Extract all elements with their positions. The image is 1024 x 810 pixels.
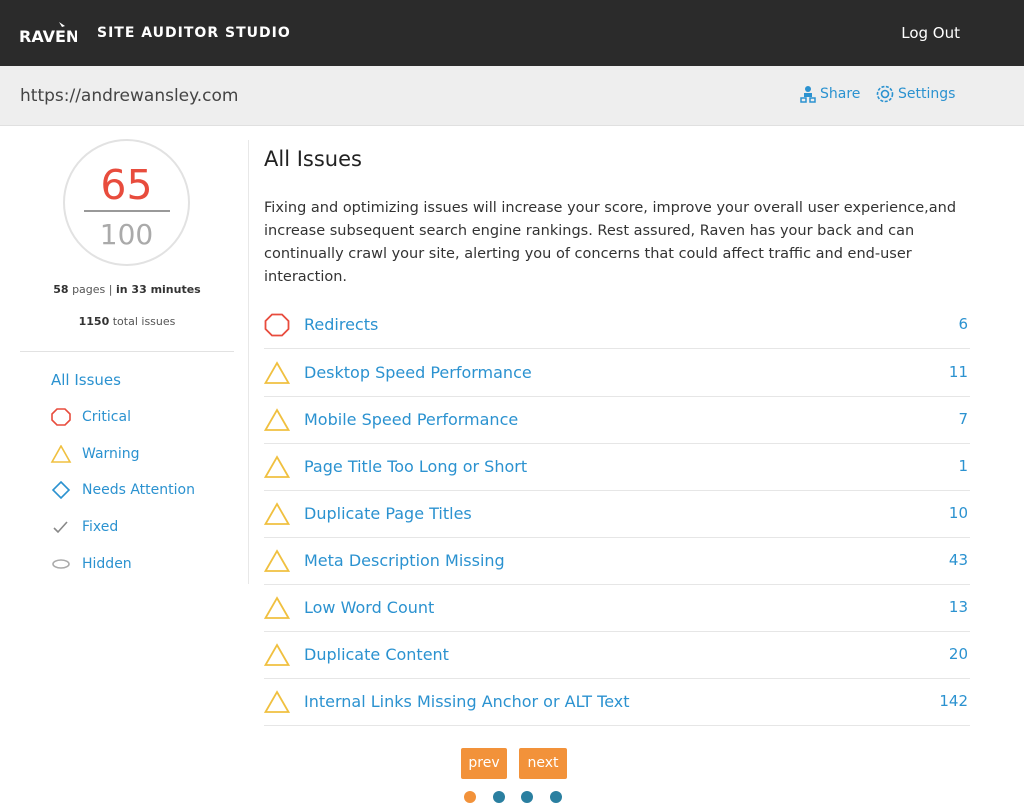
app-title: SITE AUDITOR STUDIO (97, 25, 291, 41)
triangle-icon (264, 690, 290, 713)
issue-count: 10 (948, 504, 968, 522)
info-separator: | (108, 283, 113, 296)
filter-warning[interactable]: Warning (50, 445, 140, 463)
triangle-icon (264, 361, 290, 384)
filter-fixed[interactable]: Fixed (50, 518, 118, 536)
eye-icon (52, 559, 70, 569)
crawl-info: 58 pages | in 33 minutes (0, 283, 254, 296)
total-issues-suffix: total issues (112, 315, 176, 328)
filter-needs-attention[interactable]: Needs Attention (50, 481, 195, 499)
issue-row[interactable]: Duplicate Page Titles 10 (264, 491, 970, 538)
issue-count: 43 (948, 551, 968, 569)
issue-name[interactable]: Desktop Speed Performance (304, 363, 532, 382)
issue-name[interactable]: Internal Links Missing Anchor or ALT Tex… (304, 692, 630, 711)
share-label: Share (820, 86, 861, 102)
issue-name[interactable]: Page Title Too Long or Short (304, 457, 527, 476)
raven-logo[interactable]: RAVEN (19, 20, 77, 50)
issue-name[interactable]: Duplicate Content (304, 645, 449, 664)
svg-text:RAVEN: RAVEN (19, 27, 77, 46)
top-bar: RAVEN SITE AUDITOR STUDIO Log Out (0, 0, 1024, 66)
score-value: 65 (100, 161, 153, 209)
issue-count: 1 (958, 457, 968, 475)
triangle-icon (50, 445, 72, 463)
score-divider (84, 210, 170, 212)
total-issues-count: 1150 (78, 315, 110, 328)
triangle-icon (264, 455, 290, 478)
triangle-icon (264, 502, 290, 525)
filter-label: Hidden (82, 556, 132, 572)
crawl-duration: in 33 minutes (116, 283, 201, 296)
page-dot[interactable] (521, 791, 533, 803)
issue-count: 11 (948, 363, 968, 381)
logout-link[interactable]: Log Out (901, 24, 960, 42)
filter-label: Needs Attention (82, 482, 195, 498)
triangle-icon (264, 549, 290, 572)
settings-label: Settings (898, 86, 956, 102)
issue-name[interactable]: Duplicate Page Titles (304, 504, 472, 523)
triangle-icon (264, 596, 290, 619)
filter-label: Warning (82, 446, 140, 462)
issue-count: 142 (939, 692, 968, 710)
issue-count: 13 (948, 598, 968, 616)
page-dot[interactable] (550, 791, 562, 803)
total-issues-info: 1150 total issues (0, 315, 254, 328)
issue-name[interactable]: Mobile Speed Performance (304, 410, 518, 429)
pages-count: 58 (53, 283, 69, 296)
issue-name[interactable]: Low Word Count (304, 598, 434, 617)
filter-all-issues[interactable]: All Issues (51, 371, 121, 389)
issue-count: 7 (958, 410, 968, 428)
page-dot[interactable] (493, 791, 505, 803)
issue-count: 6 (958, 315, 968, 333)
score-circle: 65 100 (63, 139, 190, 266)
octagon-icon (264, 313, 290, 337)
sidebar: 65 100 58 pages | in 33 minutes 1150 tot… (0, 126, 250, 586)
issue-row[interactable]: Desktop Speed Performance 11 (264, 350, 970, 397)
filter-label: Fixed (82, 519, 119, 535)
pages-suffix: pages (72, 283, 106, 296)
issue-name[interactable]: Redirects (304, 315, 378, 334)
triangle-icon (264, 408, 290, 431)
issue-row[interactable]: Redirects 6 (264, 302, 970, 349)
sidebar-divider (20, 351, 234, 352)
issue-row[interactable]: Mobile Speed Performance 7 (264, 397, 970, 444)
issue-row[interactable]: Duplicate Content 20 (264, 632, 970, 679)
intro-text: Fixing and optimizing issues will increa… (264, 200, 957, 285)
vertical-divider (248, 140, 249, 584)
check-icon (53, 521, 68, 534)
gear-icon (876, 85, 894, 103)
issue-row[interactable]: Low Word Count 13 (264, 585, 970, 632)
share-button[interactable]: Share (800, 85, 860, 103)
next-button[interactable]: next (519, 748, 567, 779)
url-bar: https://andrewansley.com Share Settings (0, 66, 1024, 126)
issue-row[interactable]: Meta Description Missing 43 (264, 538, 970, 585)
diamond-icon (51, 481, 71, 499)
site-url: https://andrewansley.com (20, 86, 239, 106)
share-icon (800, 86, 816, 103)
triangle-icon (264, 643, 290, 666)
filter-critical[interactable]: Critical (50, 408, 131, 426)
filter-hidden[interactable]: Hidden (50, 555, 132, 573)
page-dot-active[interactable] (464, 791, 476, 803)
issue-row[interactable]: Page Title Too Long or Short 1 (264, 444, 970, 491)
issue-name[interactable]: Meta Description Missing (304, 551, 505, 570)
issue-count: 20 (948, 645, 968, 663)
score-max: 100 (99, 218, 154, 251)
issue-row[interactable]: Internal Links Missing Anchor or ALT Tex… (264, 679, 970, 726)
settings-button[interactable]: Settings (876, 85, 955, 103)
prev-button[interactable]: prev (461, 748, 507, 779)
octagon-icon (51, 408, 71, 426)
filter-label: Critical (82, 409, 131, 425)
page-title: All Issues (264, 147, 362, 171)
